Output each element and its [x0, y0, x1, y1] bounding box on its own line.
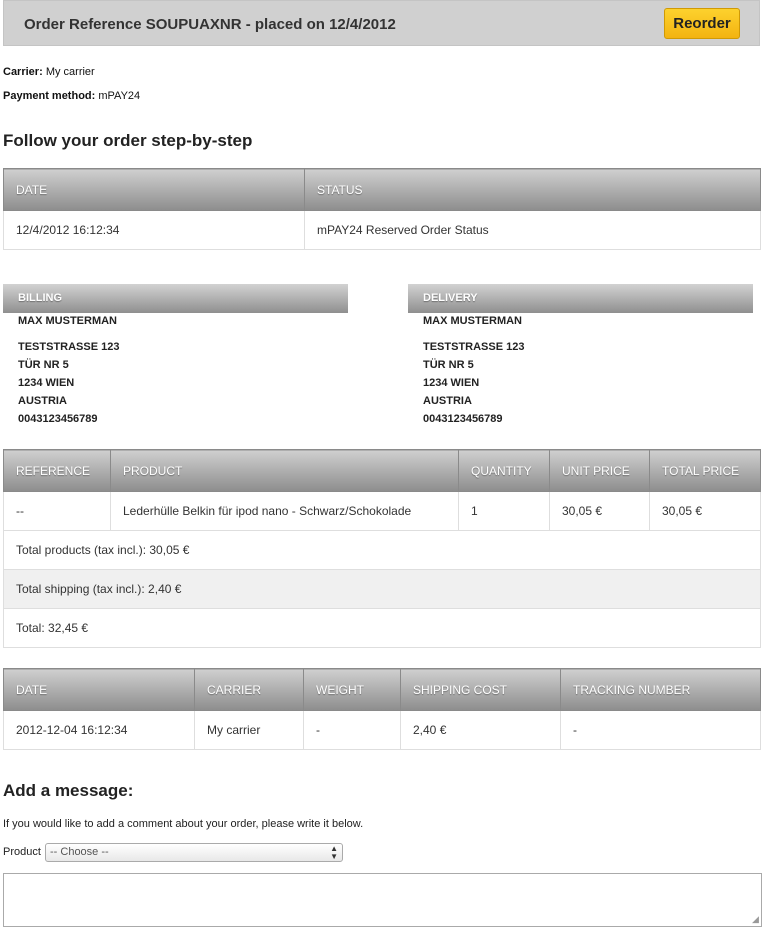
order-products-table: REFERENCE PRODUCT QUANTITY UNIT PRICE TO…: [3, 449, 761, 648]
payment-value: mPAY24: [98, 90, 141, 102]
delivery-phone: 0043123456789: [423, 413, 503, 425]
table-header-row: REFERENCE PRODUCT QUANTITY UNIT PRICE TO…: [3, 449, 761, 492]
column-header-unit-price: UNIT PRICE: [549, 449, 650, 492]
shipping-date-cell: 2012-12-04 16:12:34: [3, 710, 195, 750]
reference-cell: --: [3, 491, 111, 531]
message-textarea[interactable]: [3, 873, 762, 927]
delivery-address-line: 1234 WIEN: [423, 377, 480, 389]
billing-name: MAX MUSTERMAN: [18, 315, 117, 327]
order-title: Order Reference SOUPUAXNR - placed on 12…: [24, 16, 396, 33]
column-header-shipping-cost: SHIPPING COST: [400, 668, 561, 711]
order-header: Order Reference SOUPUAXNR - placed on 12…: [3, 0, 760, 46]
billing-address-line: TESTSTRASSE 123: [18, 341, 120, 353]
carrier-label: Carrier:: [3, 66, 43, 78]
total-products-row: Total products (tax incl.): 30,05 €: [3, 530, 761, 570]
carrier-value: My carrier: [45, 66, 95, 78]
status-date-cell: 12/4/2012 16:12:34: [3, 210, 305, 250]
product-select[interactable]: -- Choose -- ▲ ▼: [45, 843, 343, 862]
carrier-info: Carrier: My carrier: [3, 66, 95, 78]
delivery-address-line: TÜR NR 5: [423, 359, 474, 371]
select-arrows-icon: ▲ ▼: [330, 844, 338, 861]
delivery-name: MAX MUSTERMAN: [423, 315, 522, 327]
billing-header: BILLING: [3, 284, 348, 313]
table-row: -- Lederhülle Belkin für ipod nano - Sch…: [3, 491, 761, 531]
column-header-date: DATE: [3, 168, 305, 211]
total-row: Total: 32,45 €: [3, 608, 761, 648]
billing-address-line: AUSTRIA: [18, 395, 67, 407]
payment-info: Payment method: mPAY24: [3, 90, 140, 102]
message-help-text: If you would like to add a comment about…: [3, 818, 364, 830]
add-message-heading: Add a message:: [3, 781, 134, 800]
total-shipping-row: Total shipping (tax incl.): 2,40 €: [3, 569, 761, 609]
table-row: 2012-12-04 16:12:34 My carrier - 2,40 € …: [3, 710, 761, 750]
carrier-cell: My carrier: [194, 710, 304, 750]
table-header-row: DATE STATUS: [3, 168, 761, 211]
column-header-date: DATE: [3, 668, 195, 711]
column-header-total-price: TOTAL PRICE: [649, 449, 761, 492]
product-label: Product: [3, 846, 41, 858]
payment-label: Payment method:: [3, 90, 96, 102]
unit-price-cell: 30,05 €: [549, 491, 650, 531]
total-products-text: Total products (tax incl.): 30,05 €: [3, 530, 761, 570]
delivery-header: DELIVERY: [408, 284, 753, 313]
quantity-cell: 1: [458, 491, 550, 531]
column-header-carrier: CARRIER: [194, 668, 304, 711]
column-header-weight: WEIGHT: [303, 668, 401, 711]
resize-grip-icon[interactable]: ◢: [752, 914, 759, 925]
billing-address-line: TÜR NR 5: [18, 359, 69, 371]
column-header-reference: REFERENCE: [3, 449, 111, 492]
product-select-value: -- Choose --: [50, 846, 109, 858]
weight-cell: -: [303, 710, 401, 750]
total-price-cell: 30,05 €: [649, 491, 761, 531]
billing-address-line: 1234 WIEN: [18, 377, 75, 389]
delivery-address-line: AUSTRIA: [423, 395, 472, 407]
table-row: 12/4/2012 16:12:34 mPAY24 Reserved Order…: [3, 210, 761, 250]
column-header-status: STATUS: [304, 168, 761, 211]
billing-phone: 0043123456789: [18, 413, 98, 425]
total-text: Total: 32,45 €: [3, 608, 761, 648]
follow-order-heading: Follow your order step-by-step: [3, 131, 253, 150]
shipping-table: DATE CARRIER WEIGHT SHIPPING COST TRACKI…: [3, 668, 761, 750]
reorder-button[interactable]: Reorder: [664, 8, 740, 39]
table-header-row: DATE CARRIER WEIGHT SHIPPING COST TRACKI…: [3, 668, 761, 711]
column-header-product: PRODUCT: [110, 449, 459, 492]
column-header-quantity: QUANTITY: [458, 449, 550, 492]
total-shipping-text: Total shipping (tax incl.): 2,40 €: [3, 569, 761, 609]
delivery-address-line: TESTSTRASSE 123: [423, 341, 525, 353]
status-value-cell: mPAY24 Reserved Order Status: [304, 210, 761, 250]
product-name-cell: Lederhülle Belkin für ipod nano - Schwar…: [110, 491, 459, 531]
order-status-table: DATE STATUS 12/4/2012 16:12:34 mPAY24 Re…: [3, 168, 761, 250]
tracking-number-cell: -: [560, 710, 761, 750]
shipping-cost-cell: 2,40 €: [400, 710, 561, 750]
column-header-tracking-number: TRACKING NUMBER: [560, 668, 761, 711]
